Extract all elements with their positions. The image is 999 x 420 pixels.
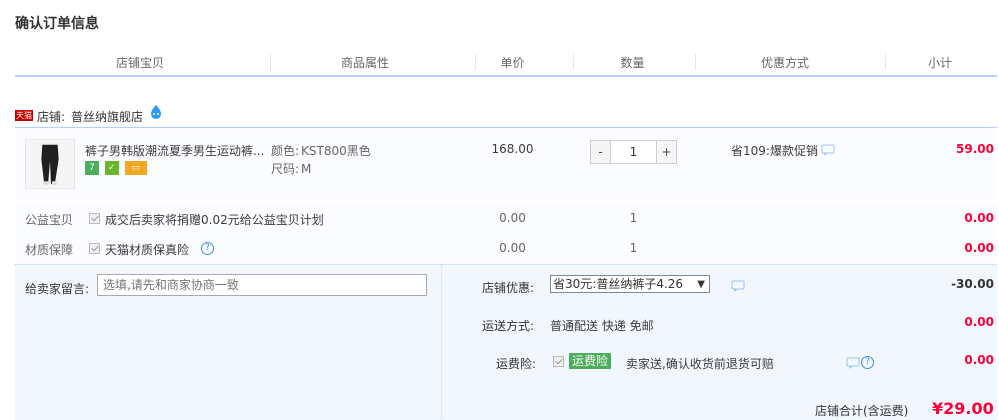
item-service-icons: 7 ✓ ▭ — [85, 161, 149, 177]
tmall-badge-icon: 天猫 — [15, 110, 33, 121]
wangwang-chat-icon[interactable] — [148, 104, 164, 120]
quantity-increase-button[interactable]: + — [656, 141, 676, 163]
message-icon[interactable] — [846, 357, 860, 369]
material-row: 材质保障 天猫材质保真险 ? 0.00 1 0.00 — [15, 233, 997, 263]
message-icon[interactable] — [821, 144, 835, 156]
charity-checkbox[interactable] — [89, 213, 100, 224]
col-quantity: 数量 — [620, 56, 645, 70]
memo-input[interactable] — [97, 274, 427, 296]
promo-text: 省109:爆款促销 — [731, 144, 818, 158]
material-text: 天猫材质保真险 — [105, 243, 190, 257]
col-subtotal: 小计 — [927, 56, 952, 70]
charity-qty: 1 — [629, 211, 638, 225]
quantity-input[interactable] — [611, 141, 656, 163]
shipping-amount: 0.00 — [964, 315, 994, 329]
total-value: ¥29.00 — [932, 399, 994, 418]
material-qty: 1 — [629, 241, 638, 255]
material-checkbox[interactable] — [89, 243, 100, 254]
item-row: 裤子男韩版潮流夏季男生运动裤... 7 ✓ ▭ 颜色: KST800黑色 尺码: M… — [15, 129, 997, 199]
page-title: 确认订单信息 — [15, 16, 99, 32]
discount-amount: -30.00 — [951, 277, 994, 291]
charity-row: 公益宝贝 成交后卖家将捐赠0.02元给公益宝贝计划 0.00 1 0.00 — [15, 203, 997, 233]
chevron-down-icon: ▼ — [697, 279, 705, 290]
freight-insurance-checkbox[interactable] — [553, 356, 564, 367]
sku-color: 颜色: KST800黑色 — [271, 144, 371, 158]
material-price: 0.00 — [499, 241, 526, 255]
seven-day-return-icon: 7 — [85, 161, 99, 175]
guarantee-icon: ✓ — [104, 161, 119, 175]
column-header: 店铺宝贝 商品属性 单价 数量 优惠方式 小计 — [15, 48, 997, 77]
item-title-link[interactable]: 裤子男韩版潮流夏季男生运动裤... — [85, 142, 270, 159]
charity-price: 0.00 — [499, 211, 526, 225]
quantity-stepper: - + — [590, 140, 677, 164]
freight-insurance-tag: 运费险 — [569, 353, 612, 369]
charity-subtotal: 0.00 — [964, 211, 994, 225]
col-shop-items: 店铺宝贝 — [115, 56, 164, 70]
item-thumbnail[interactable] — [25, 139, 75, 189]
freight-insurance-label: 运费险: — [496, 357, 537, 371]
help-icon[interactable]: ? — [201, 242, 214, 255]
material-subtotal: 0.00 — [964, 241, 994, 255]
message-icon[interactable] — [731, 280, 745, 292]
col-attributes: 商品属性 — [340, 56, 389, 70]
credit-card-icon: ▭ — [124, 161, 147, 175]
total-label: 店铺合计(含运费) — [815, 404, 909, 418]
discount-select[interactable]: 省30元:普丝纳裤子4.26 ▼ — [550, 275, 710, 293]
shipping-label: 运送方式: — [482, 319, 535, 333]
shop-label: 店铺: — [37, 110, 66, 124]
shop-name-link[interactable]: 普丝纳旗舰店 — [71, 108, 143, 125]
charity-text: 成交后卖家将捐赠0.02元给公益宝贝计划 — [105, 213, 324, 227]
item-subtotal: 59.00 — [956, 142, 994, 156]
freight-insurance-amount: 0.00 — [964, 353, 994, 367]
shipping-method: 普通配送 快递 免邮 — [550, 319, 654, 333]
material-label: 材质保障 — [25, 243, 74, 257]
order-summary-panel: 店铺优惠: 省30元:普丝纳裤子4.26 ▼ -30.00 运送方式: 普通配送… — [441, 265, 997, 420]
order-options-area: 给卖家留言: 店铺优惠: 省30元:普丝纳裤子4.26 ▼ -30.00 运送方… — [15, 264, 997, 420]
memo-label: 给卖家留言: — [25, 282, 90, 296]
sku-size: 尺码: M — [271, 162, 312, 176]
col-discount: 优惠方式 — [760, 56, 809, 70]
quantity-decrease-button[interactable]: - — [591, 141, 611, 163]
order-area: 天猫 店铺: 普丝纳旗舰店 裤子男韩版潮流夏季男生运动裤... 7 ✓ ▭ 颜色… — [15, 96, 997, 420]
shop-row: 天猫 店铺: 普丝纳旗舰店 — [15, 96, 997, 128]
help-icon[interactable]: ? — [861, 356, 874, 369]
memo-box: 给卖家留言: — [15, 265, 441, 420]
col-unit-price: 单价 — [500, 56, 525, 70]
item-unit-price: 168.00 — [491, 142, 534, 156]
freight-insurance-text: 卖家送,确认收货前退货可赔 — [626, 357, 774, 371]
discount-label: 店铺优惠: — [482, 281, 535, 295]
charity-label: 公益宝贝 — [25, 213, 74, 227]
